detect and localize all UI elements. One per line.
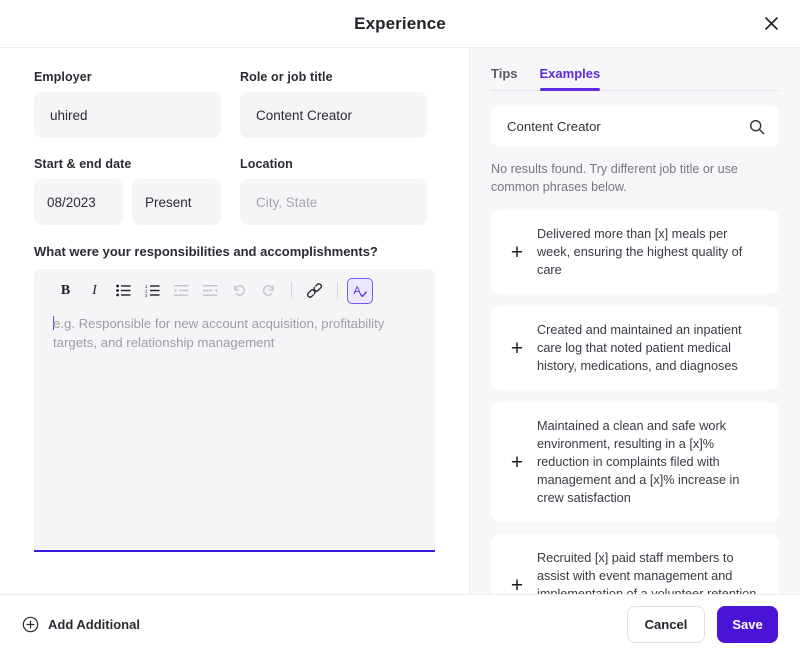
location-field-group: Location bbox=[240, 157, 427, 225]
plus-icon: + bbox=[510, 240, 524, 264]
experience-form: Employer Role or job title Start & end d… bbox=[0, 48, 469, 594]
rich-text-editor: B I 1 2 3 A e.g. Responsible for new acc… bbox=[34, 269, 435, 552]
responsibilities-placeholder: e.g. Responsible for new account acquisi… bbox=[53, 316, 385, 350]
employer-label: Employer bbox=[34, 70, 92, 84]
location-label: Location bbox=[240, 157, 293, 171]
undo-button[interactable] bbox=[226, 277, 253, 304]
close-icon bbox=[764, 17, 778, 30]
bold-button[interactable]: B bbox=[52, 277, 79, 304]
dates-field-group: Start & end date bbox=[34, 157, 221, 225]
search-input[interactable] bbox=[491, 106, 779, 147]
spellcheck-button[interactable]: A bbox=[347, 277, 373, 304]
redo-button[interactable] bbox=[255, 277, 282, 304]
save-button[interactable]: Save bbox=[717, 606, 778, 643]
indent-icon bbox=[174, 285, 189, 296]
close-button[interactable] bbox=[756, 9, 786, 39]
example-card[interactable]: + Delivered more than [x] meals per week… bbox=[491, 210, 779, 294]
employer-field-group: Employer bbox=[34, 70, 221, 138]
modal-footer: Add Additional Cancel Save bbox=[0, 594, 800, 654]
example-card-text: Recruited [x] paid staff members to assi… bbox=[537, 551, 757, 594]
role-field-group: Role or job title bbox=[240, 70, 427, 138]
example-card-text: Maintained a clean and safe work environ… bbox=[537, 419, 740, 505]
responsibilities-label: What were your responsibilities and acco… bbox=[34, 244, 378, 259]
add-additional-label: Add Additional bbox=[48, 617, 140, 632]
link-icon bbox=[307, 283, 322, 298]
tab-tips[interactable]: Tips bbox=[491, 66, 518, 90]
undo-icon bbox=[234, 285, 245, 296]
role-label: Role or job title bbox=[240, 70, 333, 84]
page-title: Experience bbox=[354, 13, 446, 33]
example-card[interactable]: + Maintained a clean and safe work envir… bbox=[491, 402, 779, 522]
editor-toolbar: B I 1 2 3 A bbox=[34, 269, 435, 310]
tips-examples-panel: Tips Examples No results found. Try diff… bbox=[469, 48, 800, 594]
date-pair bbox=[34, 179, 221, 225]
example-card[interactable]: + Created and maintained an inpatient ca… bbox=[491, 306, 779, 390]
bullet-list-button[interactable] bbox=[110, 277, 137, 304]
example-cards-list: + Delivered more than [x] meals per week… bbox=[491, 210, 779, 594]
search-icon-button[interactable] bbox=[749, 119, 765, 135]
add-additional-button[interactable]: Add Additional bbox=[22, 616, 140, 633]
start-date-input[interactable] bbox=[34, 179, 123, 225]
search-icon bbox=[749, 119, 765, 134]
spellcheck-icon: A bbox=[354, 285, 367, 297]
examples-search bbox=[491, 106, 779, 147]
plus-icon: + bbox=[510, 450, 524, 474]
modal-header: Experience bbox=[0, 0, 800, 47]
employer-input[interactable] bbox=[34, 92, 221, 138]
responsibilities-textarea[interactable]: e.g. Responsible for new account acquisi… bbox=[34, 310, 435, 550]
cancel-button[interactable]: Cancel bbox=[627, 606, 705, 643]
employer-role-row: Employer Role or job title bbox=[34, 70, 435, 138]
location-input[interactable] bbox=[240, 179, 427, 225]
dates-location-row: Start & end date Location bbox=[34, 157, 435, 225]
outdent-button[interactable] bbox=[197, 277, 224, 304]
svg-text:3: 3 bbox=[145, 293, 148, 297]
modal-body: Employer Role or job title Start & end d… bbox=[0, 47, 800, 594]
italic-button[interactable]: I bbox=[81, 277, 108, 304]
toolbar-divider-2 bbox=[337, 282, 338, 299]
plus-circle-icon bbox=[22, 616, 39, 633]
toolbar-divider bbox=[291, 282, 292, 299]
bullet-list-icon bbox=[116, 284, 131, 297]
end-date-input[interactable] bbox=[132, 179, 221, 225]
indent-button[interactable] bbox=[168, 277, 195, 304]
role-input[interactable] bbox=[240, 92, 427, 138]
plus-icon: + bbox=[510, 573, 524, 595]
numbered-list-icon: 1 2 3 bbox=[145, 284, 160, 297]
dates-label: Start & end date bbox=[34, 157, 132, 171]
svg-text:A: A bbox=[354, 285, 362, 297]
plus-icon: + bbox=[510, 336, 524, 360]
numbered-list-button[interactable]: 1 2 3 bbox=[139, 277, 166, 304]
tab-examples[interactable]: Examples bbox=[539, 66, 600, 91]
footer-actions: Cancel Save bbox=[627, 606, 778, 643]
experience-modal: Experience Employer Role or job title bbox=[0, 0, 800, 654]
outdent-icon bbox=[203, 285, 218, 296]
example-card-text: Created and maintained an inpatient care… bbox=[537, 323, 742, 373]
example-card-text: Delivered more than [x] meals per week, … bbox=[537, 227, 743, 277]
redo-icon bbox=[263, 285, 274, 296]
no-results-message: No results found. Try different job titl… bbox=[491, 162, 738, 194]
link-button[interactable] bbox=[301, 277, 328, 304]
example-card[interactable]: + Recruited [x] paid staff members to as… bbox=[491, 534, 779, 594]
panel-tabs: Tips Examples bbox=[491, 66, 779, 91]
